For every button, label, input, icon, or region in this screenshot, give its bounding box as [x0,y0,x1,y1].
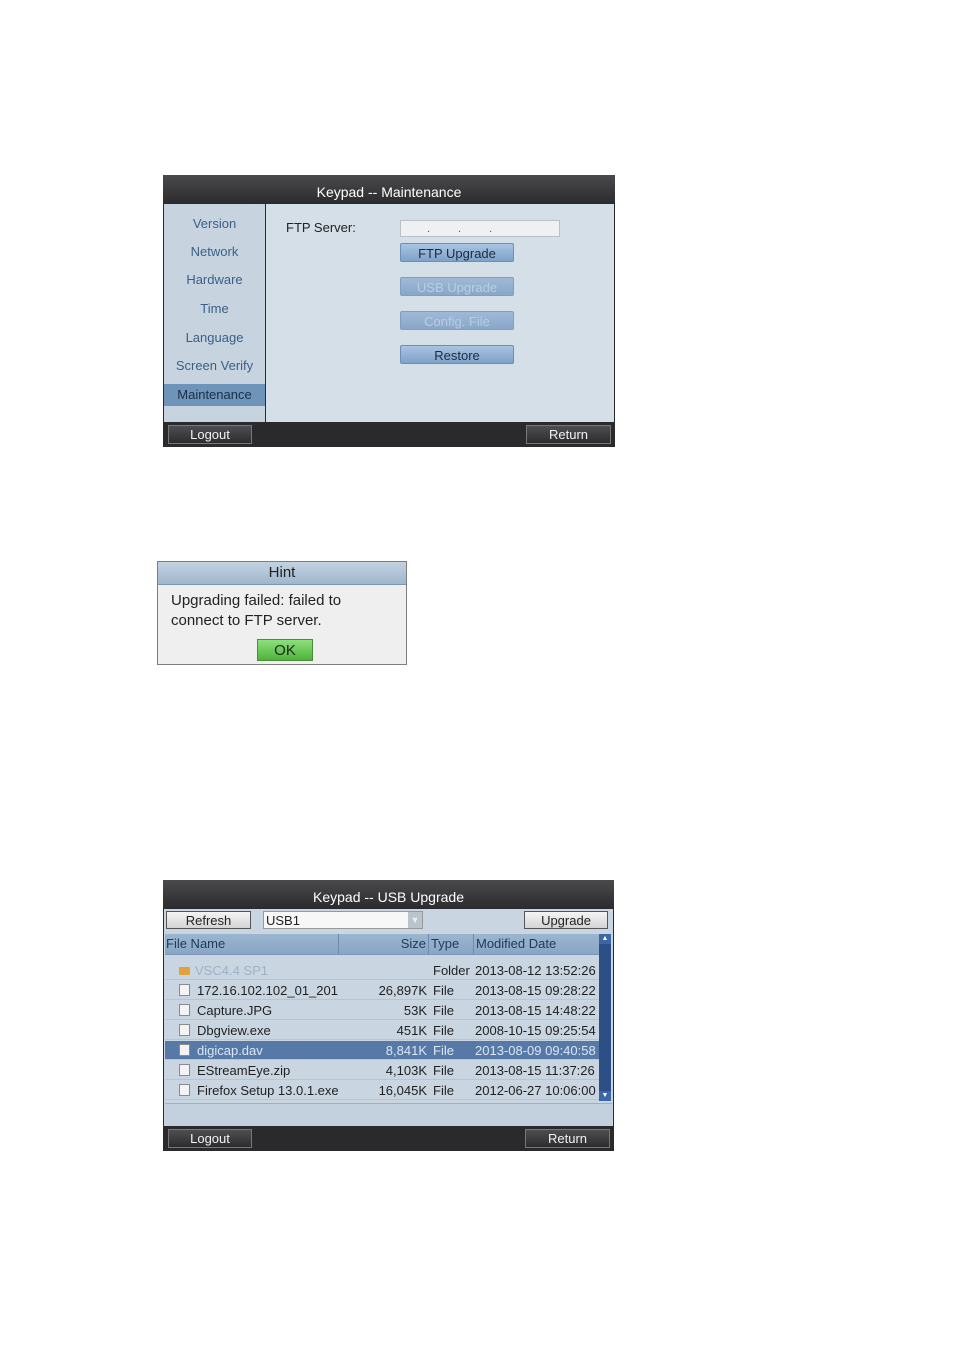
table-row[interactable]: Capture.JPG 53K File 2013-08-15 14:48:22 [165,1001,599,1020]
logout-button[interactable]: Logout [168,1129,252,1148]
usb-upgrade-body: Refresh USB1 ▼ Upgrade File Name Size Ty… [164,909,613,1126]
scrollbar[interactable]: ▲ ▼ [599,934,611,1101]
column-type[interactable]: Type [429,934,474,954]
folder-icon [179,967,190,975]
sidebar: Version Network Hardware Time Language S… [164,204,265,422]
scroll-down-icon[interactable]: ▼ [599,1091,611,1101]
ok-button[interactable]: OK [257,639,313,661]
file-icon [179,984,190,996]
file-icon [179,1064,190,1076]
dialog-message: Upgrading failed: failed to connect to F… [171,592,342,629]
file-icon [179,1024,190,1036]
file-icon [179,1044,190,1056]
column-file-name[interactable]: File Name [165,934,339,954]
ftp-upgrade-button[interactable]: FTP Upgrade [400,243,514,262]
table-row[interactable]: VSC4.4 SP1 Folder 2013-08-12 13:52:26 [165,961,599,980]
refresh-button[interactable]: Refresh [166,911,251,929]
file-table-header: File Name Size Type Modified Date [165,934,599,955]
sidebar-item-hardware[interactable]: Hardware [164,269,265,291]
return-button[interactable]: Return [525,1129,610,1148]
scroll-up-icon[interactable]: ▲ [599,934,611,944]
config-file-button[interactable]: Config. File [400,311,514,330]
status-strip [165,1103,612,1126]
sidebar-item-maintenance[interactable]: Maintenance [164,384,265,406]
column-modified-date[interactable]: Modified Date [474,934,599,954]
ftp-server-label: FTP Server: [286,220,356,235]
usb-device-value: USB1 [266,913,300,928]
table-row[interactable]: Dbgview.exe 451K File 2008-10-15 09:25:5… [165,1021,599,1040]
window-title: Keypad -- Maintenance [163,175,615,204]
file-icon [179,1084,190,1096]
usb-upgrade-window: Keypad -- USB Upgrade Refresh USB1 ▼ Upg… [163,880,614,1151]
usb-device-select[interactable]: USB1 ▼ [263,911,423,929]
sidebar-item-network[interactable]: Network [164,241,265,263]
hint-dialog: Hint Upgrading failed: failed to connect… [157,561,407,665]
sidebar-item-version[interactable]: Version [164,213,265,235]
file-icon [179,1004,190,1016]
dialog-title: Hint [158,562,406,585]
table-row-selected[interactable]: digicap.dav 8,841K File 2013-08-09 09:40… [165,1041,599,1060]
usb-upgrade-button[interactable]: USB Upgrade [400,277,514,296]
table-row[interactable]: 172.16.102.102_01_201 26,897K File 2013-… [165,981,599,1000]
bottom-bar: Logout Return [163,422,615,447]
sidebar-item-time[interactable]: Time [164,298,265,320]
return-button[interactable]: Return [526,425,611,444]
upgrade-button[interactable]: Upgrade [524,911,608,929]
restore-button[interactable]: Restore [400,345,514,364]
column-size[interactable]: Size [339,934,429,954]
logout-button[interactable]: Logout [168,425,252,444]
chevron-down-icon[interactable]: ▼ [408,912,422,928]
maintenance-window: Keypad -- Maintenance Version Network Ha… [163,175,615,447]
maintenance-content: FTP Server: ... FTP Upgrade USB Upgrade … [266,204,614,422]
sidebar-item-screen-verify[interactable]: Screen Verify [164,355,265,377]
table-row[interactable]: Firefox Setup 13.0.1.exe 16,045K File 20… [165,1081,599,1100]
table-row[interactable]: EStreamEye.zip 4,103K File 2013-08-15 11… [165,1061,599,1080]
sidebar-item-language[interactable]: Language [164,327,265,349]
bottom-bar: Logout Return [163,1126,614,1151]
window-title: Keypad -- USB Upgrade [163,880,614,909]
ftp-server-input[interactable]: ... [400,220,560,237]
